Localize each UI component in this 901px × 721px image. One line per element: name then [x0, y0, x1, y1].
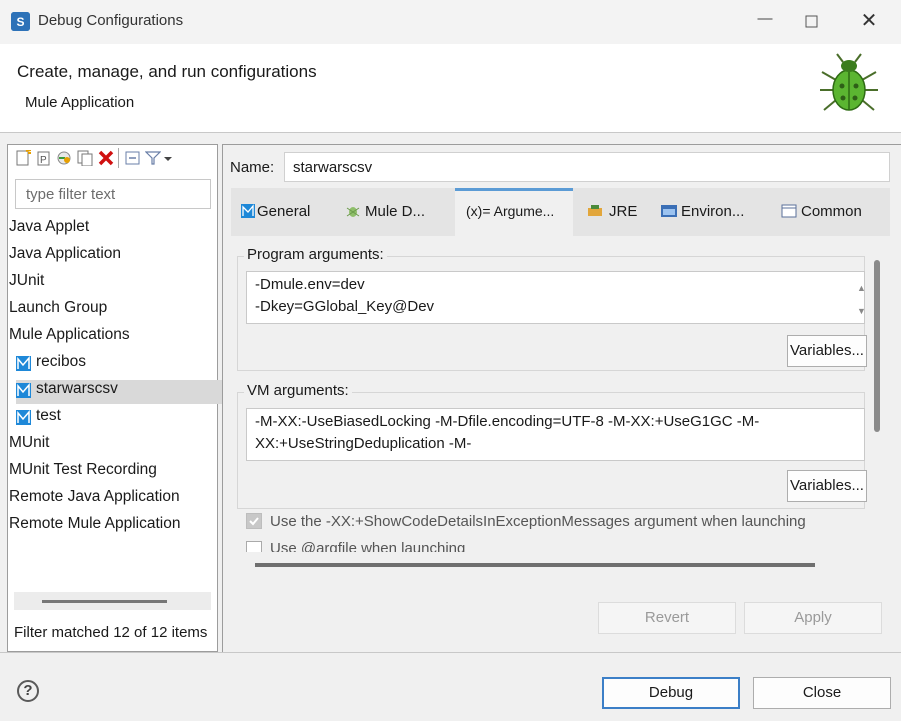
tree-item-starwarscsv[interactable]: starwarscsv [16, 380, 241, 404]
mule-icon [241, 204, 255, 218]
dialog-header [0, 44, 901, 132]
name-label: Name: [230, 159, 275, 176]
svg-text:P: P [40, 155, 47, 166]
vm-arg-line: -M-XX:-UseBiasedLocking -M-Dfile.encodin… [255, 413, 760, 430]
footer-divider [0, 652, 901, 653]
program-arg-line: -Dmule.env=dev [255, 276, 365, 293]
tab-arguments[interactable]: (x)= Argume... [466, 203, 554, 219]
maximize-button[interactable] [792, 11, 832, 35]
app-icon: S [11, 12, 30, 31]
argfile-row: Use @argfile when launching [244, 538, 869, 552]
close-button[interactable]: Close [753, 677, 891, 709]
tab-environment[interactable]: Environ... [661, 203, 744, 220]
tree-item-java-application[interactable]: Java Application [9, 245, 214, 269]
mule-config-icon [16, 410, 31, 425]
tab-mule-d[interactable]: Mule D... [345, 203, 425, 220]
common-icon [781, 204, 797, 218]
program-arguments-textarea[interactable]: -Dmule.env=dev -Dkey=GGlobal_Key@Dev [246, 271, 865, 324]
tree-item-label: recibos [36, 353, 86, 370]
tree-item-junit[interactable]: JUnit [9, 272, 214, 296]
close-window-button[interactable]: ✕ [845, 8, 893, 34]
program-arg-line: -Dkey=GGlobal_Key@Dev [255, 298, 435, 315]
bug-icon [818, 52, 880, 122]
argfile-checkbox[interactable] [246, 541, 262, 552]
tree-item-label: starwarscsv [36, 380, 118, 397]
tab-common[interactable]: Common [781, 203, 862, 220]
vm-variables-button[interactable]: Variables... [787, 470, 867, 502]
vertical-scrollbar[interactable] [874, 260, 880, 432]
tree-item-recibos[interactable]: recibos [16, 353, 241, 377]
tab-label: Mule D... [365, 203, 426, 220]
tab-general[interactable]: General [241, 203, 310, 220]
tree-scroll-thumb[interactable] [42, 600, 167, 603]
horizontal-scrollbar[interactable] [255, 563, 815, 567]
new-prototype-icon[interactable]: P [36, 150, 52, 166]
filter-icon[interactable] [144, 150, 162, 166]
program-variables-button[interactable]: Variables... [787, 335, 867, 367]
delete-icon[interactable] [98, 150, 114, 166]
scroll-up-arrow-icon[interactable]: ▲ [857, 283, 866, 293]
vm-arguments-label: VM arguments: [244, 382, 352, 399]
filter-input[interactable] [15, 179, 211, 209]
dialog-title: Create, manage, and run configurations [17, 62, 317, 81]
tab-label: JRE [609, 203, 638, 220]
scroll-down-arrow-icon[interactable]: ▼ [857, 306, 866, 316]
revert-button[interactable]: Revert [598, 602, 736, 634]
bug-tab-icon [346, 207, 360, 217]
tree-item-remote-mule-application[interactable]: Remote Mule Application [9, 515, 214, 539]
tab-label: Environ... [681, 203, 745, 220]
mule-config-icon [16, 356, 31, 371]
vm-arguments-textarea[interactable]: -M-XX:-UseBiasedLocking -M-Dfile.encodin… [246, 408, 865, 461]
tree-item-java-applet[interactable]: Java Applet [9, 218, 214, 242]
tree-item-munit-test-recording[interactable]: MUnit Test Recording [9, 461, 214, 485]
header-divider [0, 132, 901, 133]
window-title: Debug Configurations [38, 12, 184, 29]
apply-button[interactable]: Apply [744, 602, 882, 634]
program-arguments-label: Program arguments: [244, 246, 387, 263]
duplicate-icon[interactable] [77, 150, 93, 167]
tree-item-munit[interactable]: MUnit [9, 434, 214, 458]
argfile-label: Use @argfile when launching [270, 540, 466, 552]
export-icon[interactable] [56, 150, 72, 166]
minimize-button[interactable]: — [745, 10, 785, 34]
vm-arg-line: XX:+UseStringDeduplication -M- [255, 435, 472, 452]
toolbar-separator [118, 148, 119, 168]
mule-config-icon [16, 383, 31, 398]
check-icon [249, 517, 259, 526]
tree-item-label: test [36, 407, 61, 424]
library-icon [588, 205, 602, 216]
help-icon[interactable]: ? [17, 680, 39, 702]
debug-button[interactable]: Debug [602, 677, 740, 709]
view-menu-icon[interactable] [163, 150, 179, 166]
tree-item-test[interactable]: test [16, 407, 241, 431]
tree-item-launch-group[interactable]: Launch Group [9, 299, 214, 323]
name-input[interactable] [284, 152, 890, 182]
dialog-subtitle: Mule Application [25, 94, 135, 111]
show-code-details-checkbox[interactable] [246, 513, 262, 529]
collapse-all-icon[interactable] [125, 150, 141, 166]
environment-icon [661, 205, 677, 217]
tree-item-mule-applications[interactable]: Mule Applications [9, 326, 214, 350]
maximize-icon [805, 15, 818, 28]
svg-text:S: S [16, 15, 24, 29]
tab-label: General [257, 203, 311, 220]
show-code-details-label: Use the -XX:+ShowCodeDetailsInExceptionM… [270, 513, 806, 530]
new-config-icon[interactable] [15, 149, 32, 166]
tree-item-remote-java-application[interactable]: Remote Java Application [9, 488, 214, 512]
filter-status: Filter matched 12 of 12 items [14, 624, 208, 641]
tab-jre[interactable]: JRE [587, 203, 637, 220]
tab-label: Common [801, 203, 862, 220]
